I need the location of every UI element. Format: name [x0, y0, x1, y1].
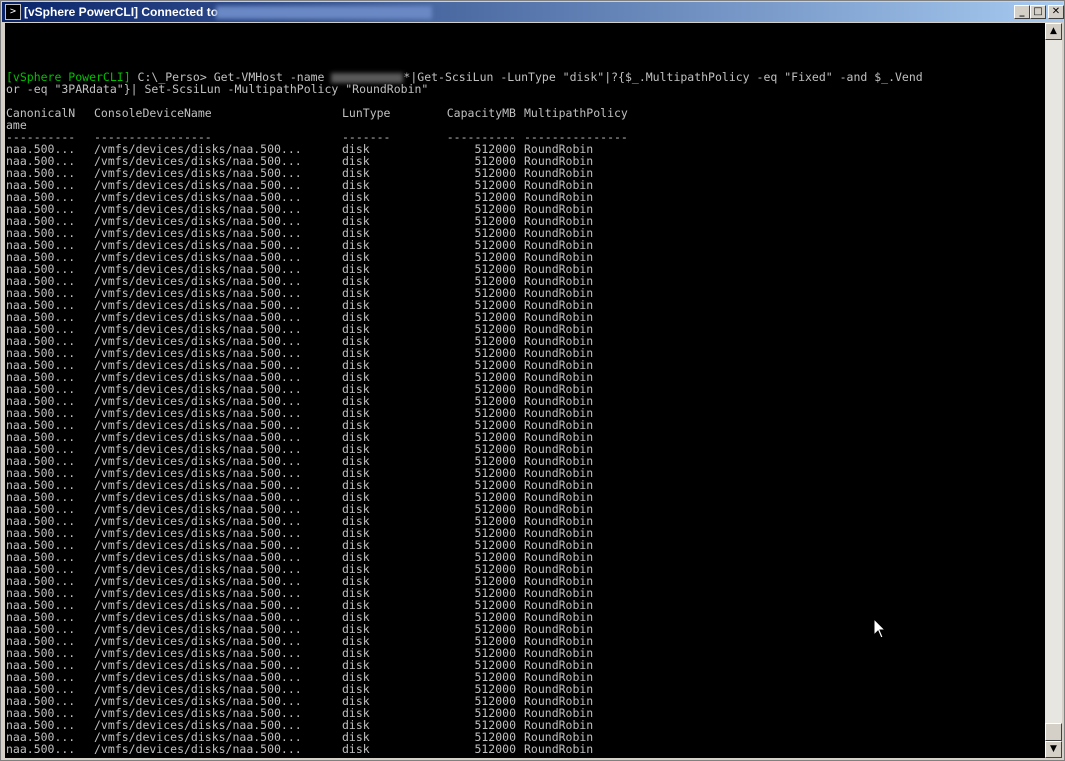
minimize-button[interactable]: _ [1014, 5, 1030, 19]
redacted-server-name [216, 6, 432, 19]
header-capacity-mb: CapacityMB [446, 106, 516, 120]
close-button[interactable]: ✕ [1048, 5, 1064, 19]
title-bar[interactable]: > [vSphere PowerCLI] Connected to _ □ ✕ [2, 2, 1064, 22]
command-text-b: *|Get-ScsiLun -LunType "disk"|?{$_.Multi… [403, 70, 923, 84]
row-canonical-name: naa.500... [6, 742, 76, 756]
scroll-down-button[interactable]: ▼ [1045, 741, 1062, 758]
header-lun-type: LunType [342, 106, 391, 120]
powercli-window: > [vSphere PowerCLI] Connected to _ □ ✕ … [0, 0, 1065, 761]
table-header: CanonicalN ConsoleDeviceName LunType Capaci… [6, 107, 923, 119]
row-console-device-name: /vmfs/devices/disks/naa.500... [94, 742, 302, 756]
console-output[interactable]: [vSphere PowerCLI] C:\_Perso> Get-VMHost… [5, 23, 1045, 758]
row-capacity-mb: 512000 [474, 742, 516, 756]
vertical-scrollbar[interactable]: ▲ ▼ [1045, 23, 1062, 758]
command-line-2: or -eq "3PARdata"}| Set-ScsiLun -Multipa… [6, 82, 429, 96]
scroll-up-button[interactable]: ▲ [1045, 23, 1062, 40]
table-row: naa.500... /vmfs/devices/disks/naa.500...… [6, 743, 923, 755]
header-console-device-name: ConsoleDeviceName [94, 106, 212, 120]
row-lun-type: disk [342, 742, 370, 756]
mouse-cursor-icon [873, 618, 887, 639]
window-title: [vSphere PowerCLI] Connected to [24, 5, 219, 19]
redacted-host-name [331, 72, 404, 83]
row-multipath-policy: RoundRobin [524, 742, 594, 756]
maximize-button[interactable]: □ [1030, 5, 1046, 19]
header-multipath-policy: MultipathPolicy [524, 106, 628, 120]
powershell-console-icon[interactable]: > [5, 4, 21, 20]
table-rows: naa.500... /vmfs/devices/disks/naa.500...… [6, 143, 923, 755]
scrollbar-thumb[interactable] [1045, 723, 1062, 741]
